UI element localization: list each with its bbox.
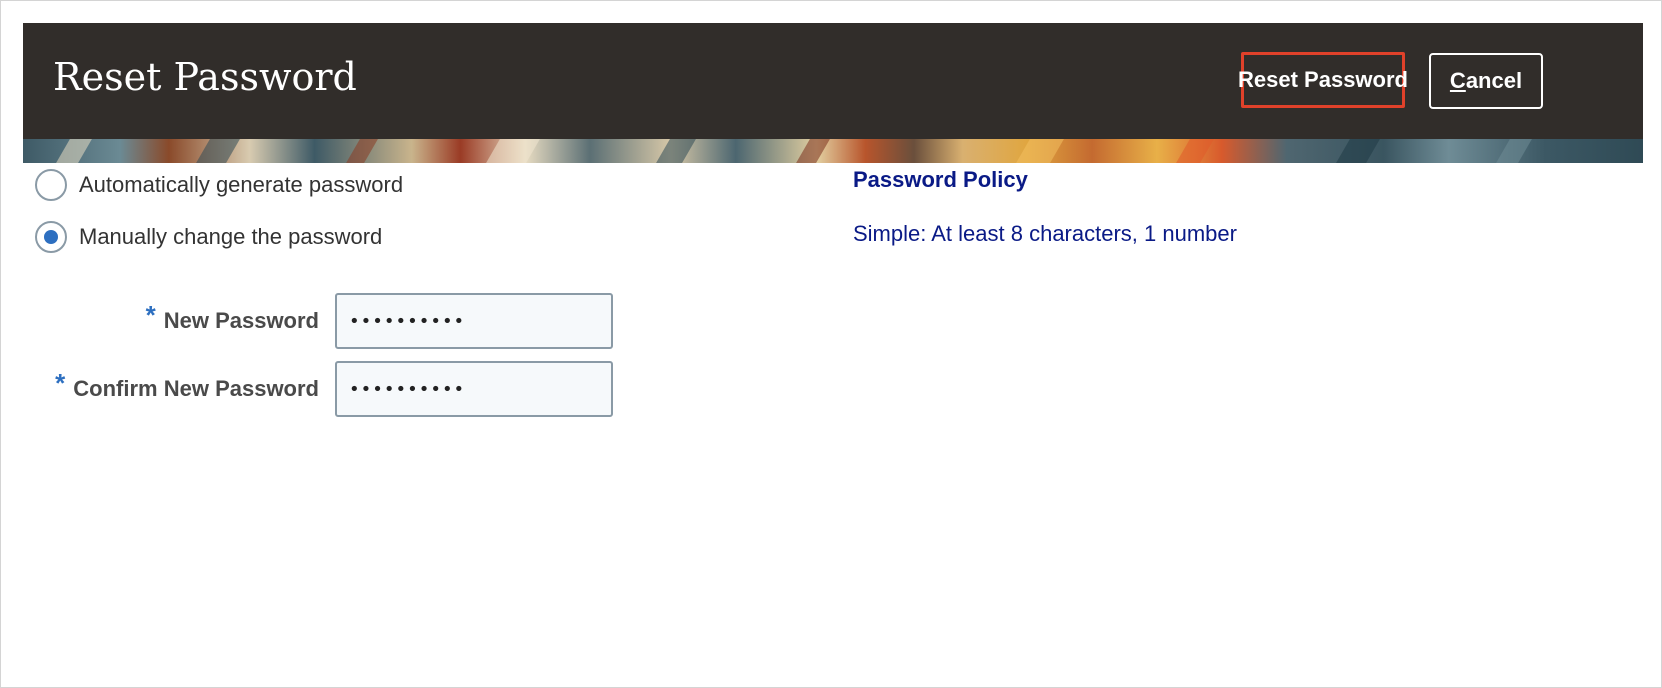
dialog-frame: Reset Password Reset Password Cancel Aut… <box>0 0 1662 688</box>
auto-generate-label: Automatically generate password <box>79 172 404 197</box>
banner-stripe <box>1496 139 1532 163</box>
banner-stripe <box>346 139 378 163</box>
cancel-button-label: ancel <box>1465 68 1523 93</box>
banner-stripe <box>1016 139 1064 163</box>
manual-change-label: Manually change the password <box>79 224 383 249</box>
confirm-password-label-text: Confirm New Password <box>73 376 319 401</box>
banner-stripe <box>486 139 540 163</box>
dialog-content: Automatically generate password Manually… <box>23 163 1643 683</box>
required-marker: * <box>55 367 66 398</box>
page-title: Reset Password <box>53 55 357 99</box>
banner-stripe <box>796 139 830 163</box>
banner-stripe <box>1336 139 1380 163</box>
decorative-banner <box>23 139 1643 163</box>
new-password-label: * New Password <box>146 293 319 349</box>
reset-password-button[interactable]: Reset Password <box>1238 52 1408 108</box>
banner-stripe <box>1176 139 1214 163</box>
confirm-password-row: * Confirm New Password <box>23 361 643 417</box>
banner-stripe <box>196 139 240 163</box>
required-marker: * <box>145 299 156 330</box>
banner-stripe <box>56 139 92 163</box>
auto-generate-radio[interactable] <box>35 169 67 201</box>
reset-password-button-label: Reset Password <box>1238 67 1408 92</box>
manual-change-option[interactable]: Manually change the password <box>35 221 382 253</box>
new-password-label-text: New Password <box>163 308 319 333</box>
auto-generate-option[interactable]: Automatically generate password <box>35 169 403 201</box>
manual-change-radio[interactable] <box>35 221 67 253</box>
cancel-button[interactable]: Cancel <box>1429 53 1543 109</box>
confirm-password-input[interactable] <box>335 361 613 417</box>
password-policy-title: Password Policy <box>853 167 1028 192</box>
cancel-button-accesskey: C <box>1449 68 1466 93</box>
confirm-password-label: * Confirm New Password <box>55 361 319 417</box>
new-password-input[interactable] <box>335 293 613 349</box>
new-password-row: * New Password <box>23 293 643 349</box>
password-policy-text: Simple: At least 8 characters, 1 number <box>853 221 1237 246</box>
banner-stripe <box>656 139 696 163</box>
dialog-header: Reset Password Reset Password Cancel <box>23 23 1643 139</box>
